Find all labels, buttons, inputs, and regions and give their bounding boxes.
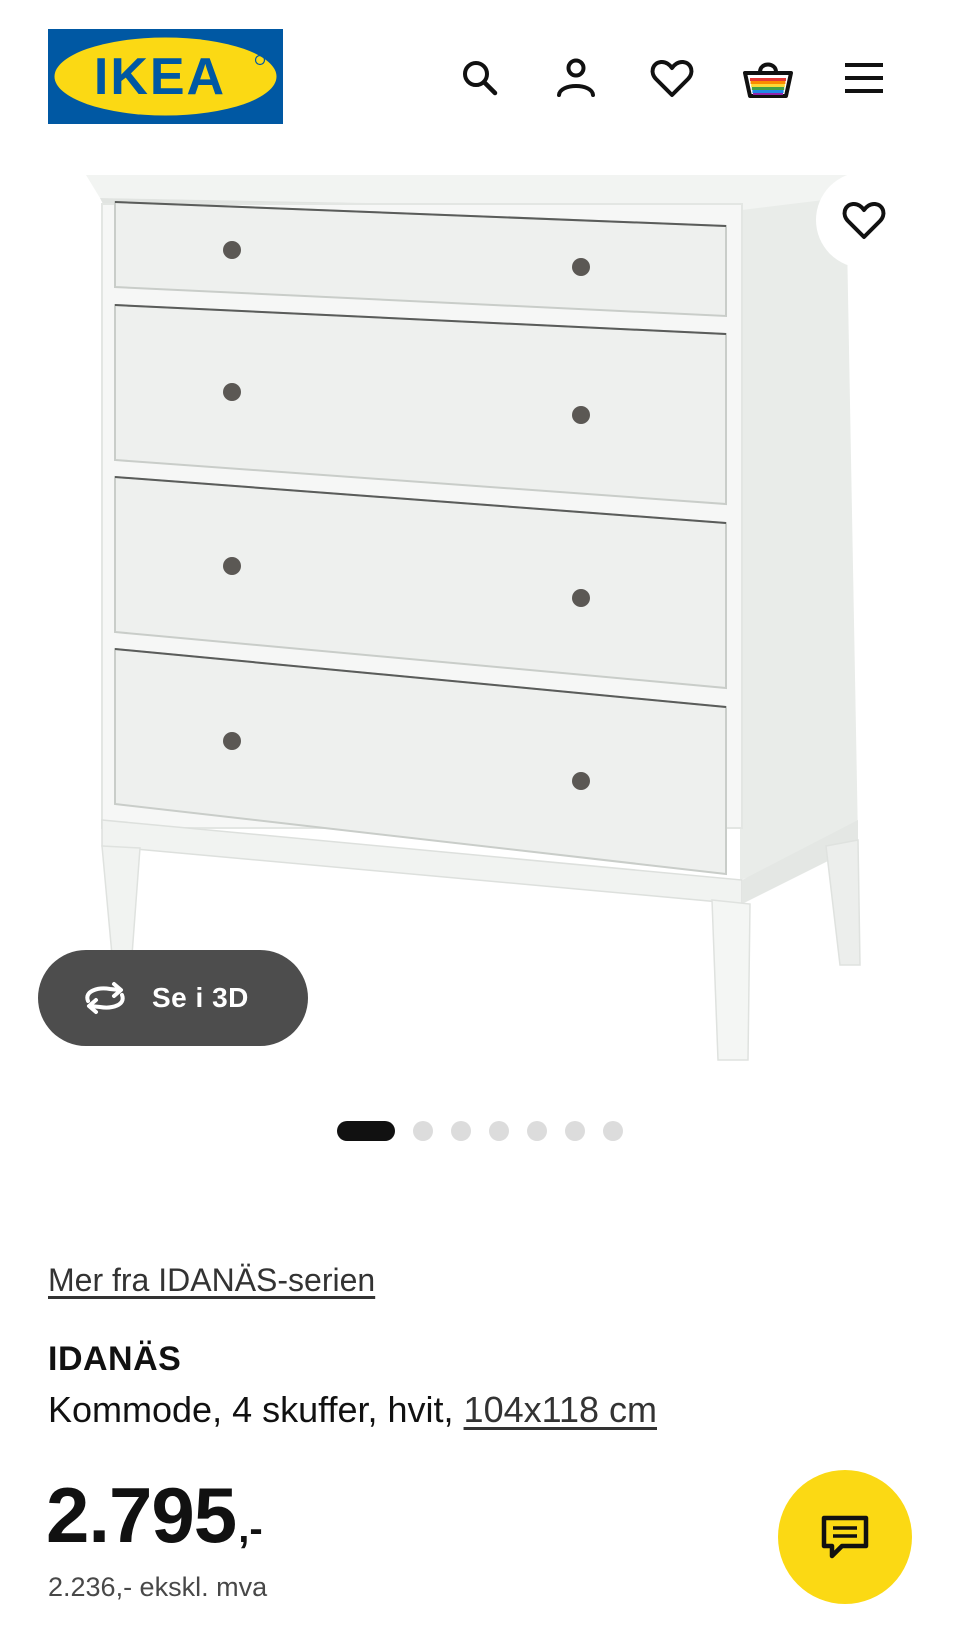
- carousel-dot-1[interactable]: [337, 1121, 395, 1141]
- product-price: 2.795 ,-: [46, 1470, 263, 1561]
- carousel-dot-4[interactable]: [489, 1121, 509, 1141]
- ikea-logo[interactable]: IKEA: [48, 29, 283, 124]
- price-suffix: ,-: [238, 1507, 263, 1551]
- chat-icon: [821, 1515, 869, 1559]
- product-description: Kommode, 4 skuffer, hvit, 104x118 cm: [48, 1389, 657, 1431]
- price-excl-vat: 2.236,- ekskl. mva: [48, 1572, 268, 1602]
- product-name: IDANÄS: [48, 1340, 182, 1378]
- product-description-text: Kommode, 4 skuffer, hvit,: [48, 1389, 454, 1430]
- view-in-3d-button[interactable]: Se i 3D: [38, 950, 308, 1046]
- rotate-3d-icon: [85, 982, 125, 1014]
- series-link[interactable]: Mer fra IDANÄS-serien: [48, 1262, 375, 1299]
- carousel-dot-6[interactable]: [565, 1121, 585, 1141]
- basket-icon[interactable]: [740, 50, 796, 106]
- heart-icon[interactable]: [644, 50, 700, 106]
- carousel-dot-5[interactable]: [527, 1121, 547, 1141]
- search-icon[interactable]: [452, 50, 508, 106]
- save-to-favourites-button[interactable]: [816, 172, 912, 268]
- carousel-dot-3[interactable]: [451, 1121, 471, 1141]
- site-header: IKEA: [0, 0, 960, 150]
- account-icon[interactable]: [548, 50, 604, 106]
- view-in-3d-label: Se i 3D: [152, 982, 249, 1013]
- heart-icon: [842, 201, 886, 239]
- menu-icon[interactable]: [836, 50, 892, 106]
- price-main: 2.795: [46, 1471, 237, 1559]
- carousel-dot-7[interactable]: [603, 1121, 623, 1141]
- carousel-indicator: [0, 1120, 960, 1142]
- product-size-link[interactable]: 104x118 cm: [464, 1389, 657, 1430]
- carousel-dot-2[interactable]: [413, 1121, 433, 1141]
- svg-text:IKEA: IKEA: [94, 48, 226, 106]
- chat-button[interactable]: [778, 1470, 912, 1604]
